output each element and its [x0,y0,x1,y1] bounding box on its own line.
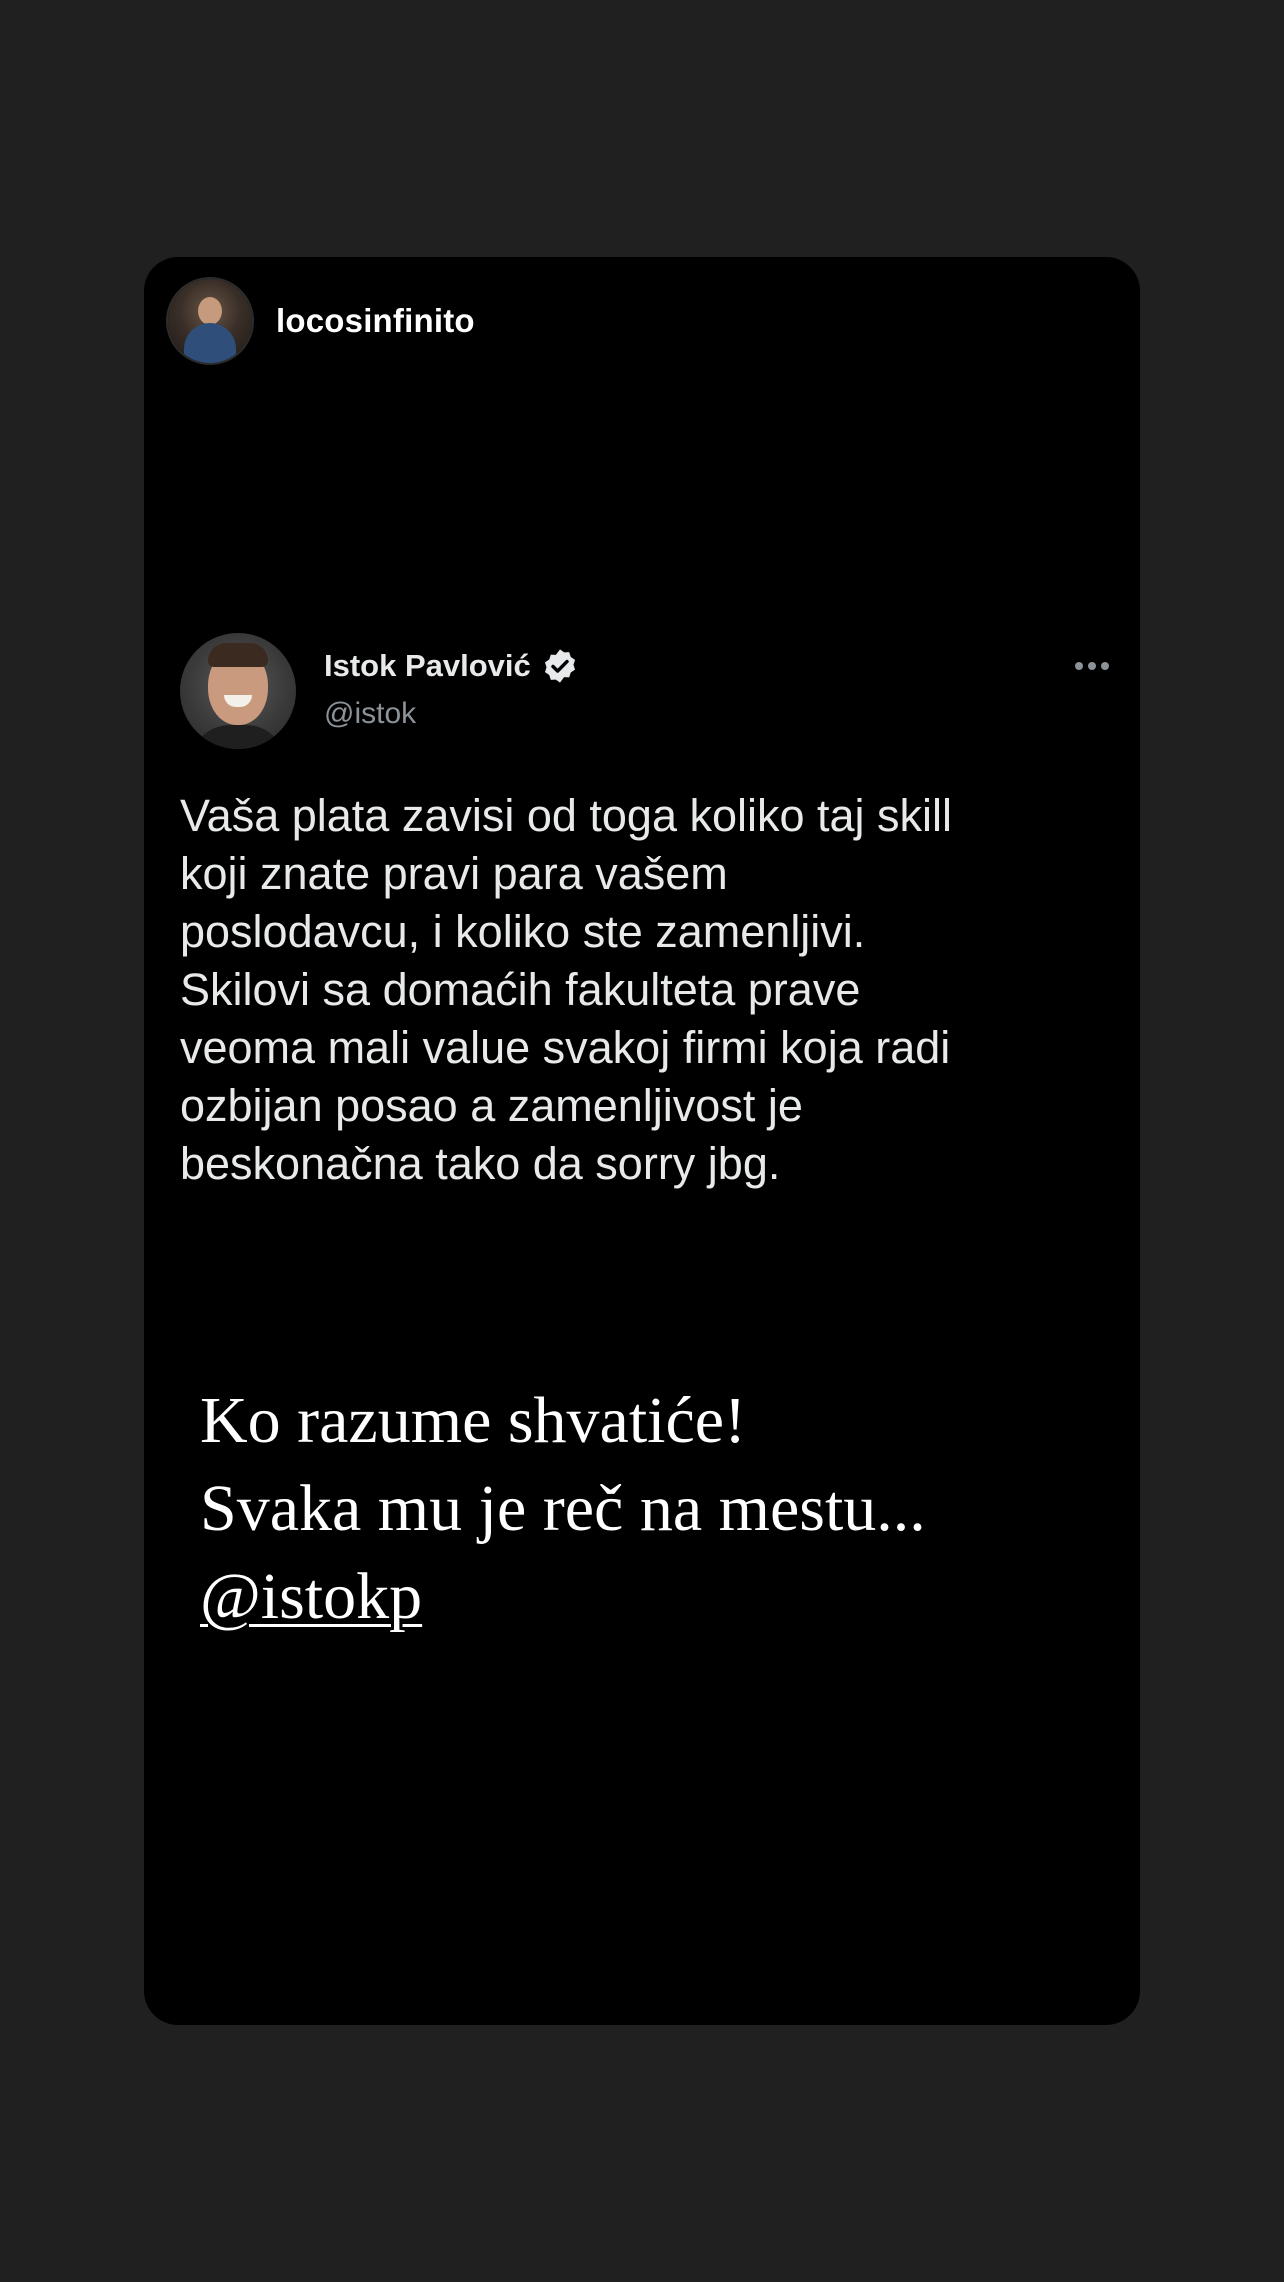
tweet-text-line: veoma mali value svakoj firmi koja radi [180,1022,951,1073]
tweet-text-line: beskonačna tako da sorry jbg. [180,1138,781,1189]
tweet-text-line: Vaša plata zavisi od toga koliko taj ski… [180,790,953,841]
tweet-author-handle: @istok [324,697,417,730]
tweet-author-row: Istok Pavlović [324,647,579,685]
story-header[interactable]: locosinfinito [168,279,475,363]
caption-line-1: Ko razume shvatiće! [200,1384,747,1457]
tweet-screenshot: Istok Pavlović @istok [180,633,1120,753]
tweet-text: Vaša plata zavisi od toga koliko taj ski… [180,787,1140,1193]
tweet-text-line: poslodavcu, i koliko ste zamenljivi. [180,906,866,957]
story-card: locosinfinito Istok Pavlović @istok Vaša… [144,257,1140,2025]
verified-badge-icon [544,649,575,683]
story-avatar[interactable] [168,279,252,363]
tweet-text-line: ozbijan posao a zamenljivost je [180,1080,803,1131]
story-caption: Ko razume shvatiće! Svaka mu je reč na m… [200,1377,926,1641]
tweet-header: Istok Pavlović @istok [180,633,1120,753]
tweet-author-avatar [180,633,296,749]
tweet-text-line: Skilovi sa domaćih fakulteta prave [180,964,861,1015]
caption-line-2: Svaka mu je reč na mestu... [200,1472,926,1545]
tweet-author-name: Istok Pavlović [324,648,531,683]
caption-mention-link[interactable]: @istokp [200,1560,422,1633]
more-options-icon[interactable] [1074,659,1110,673]
story-username[interactable]: locosinfinito [276,302,475,340]
tweet-text-line: koji znate pravi para vašem [180,848,728,899]
